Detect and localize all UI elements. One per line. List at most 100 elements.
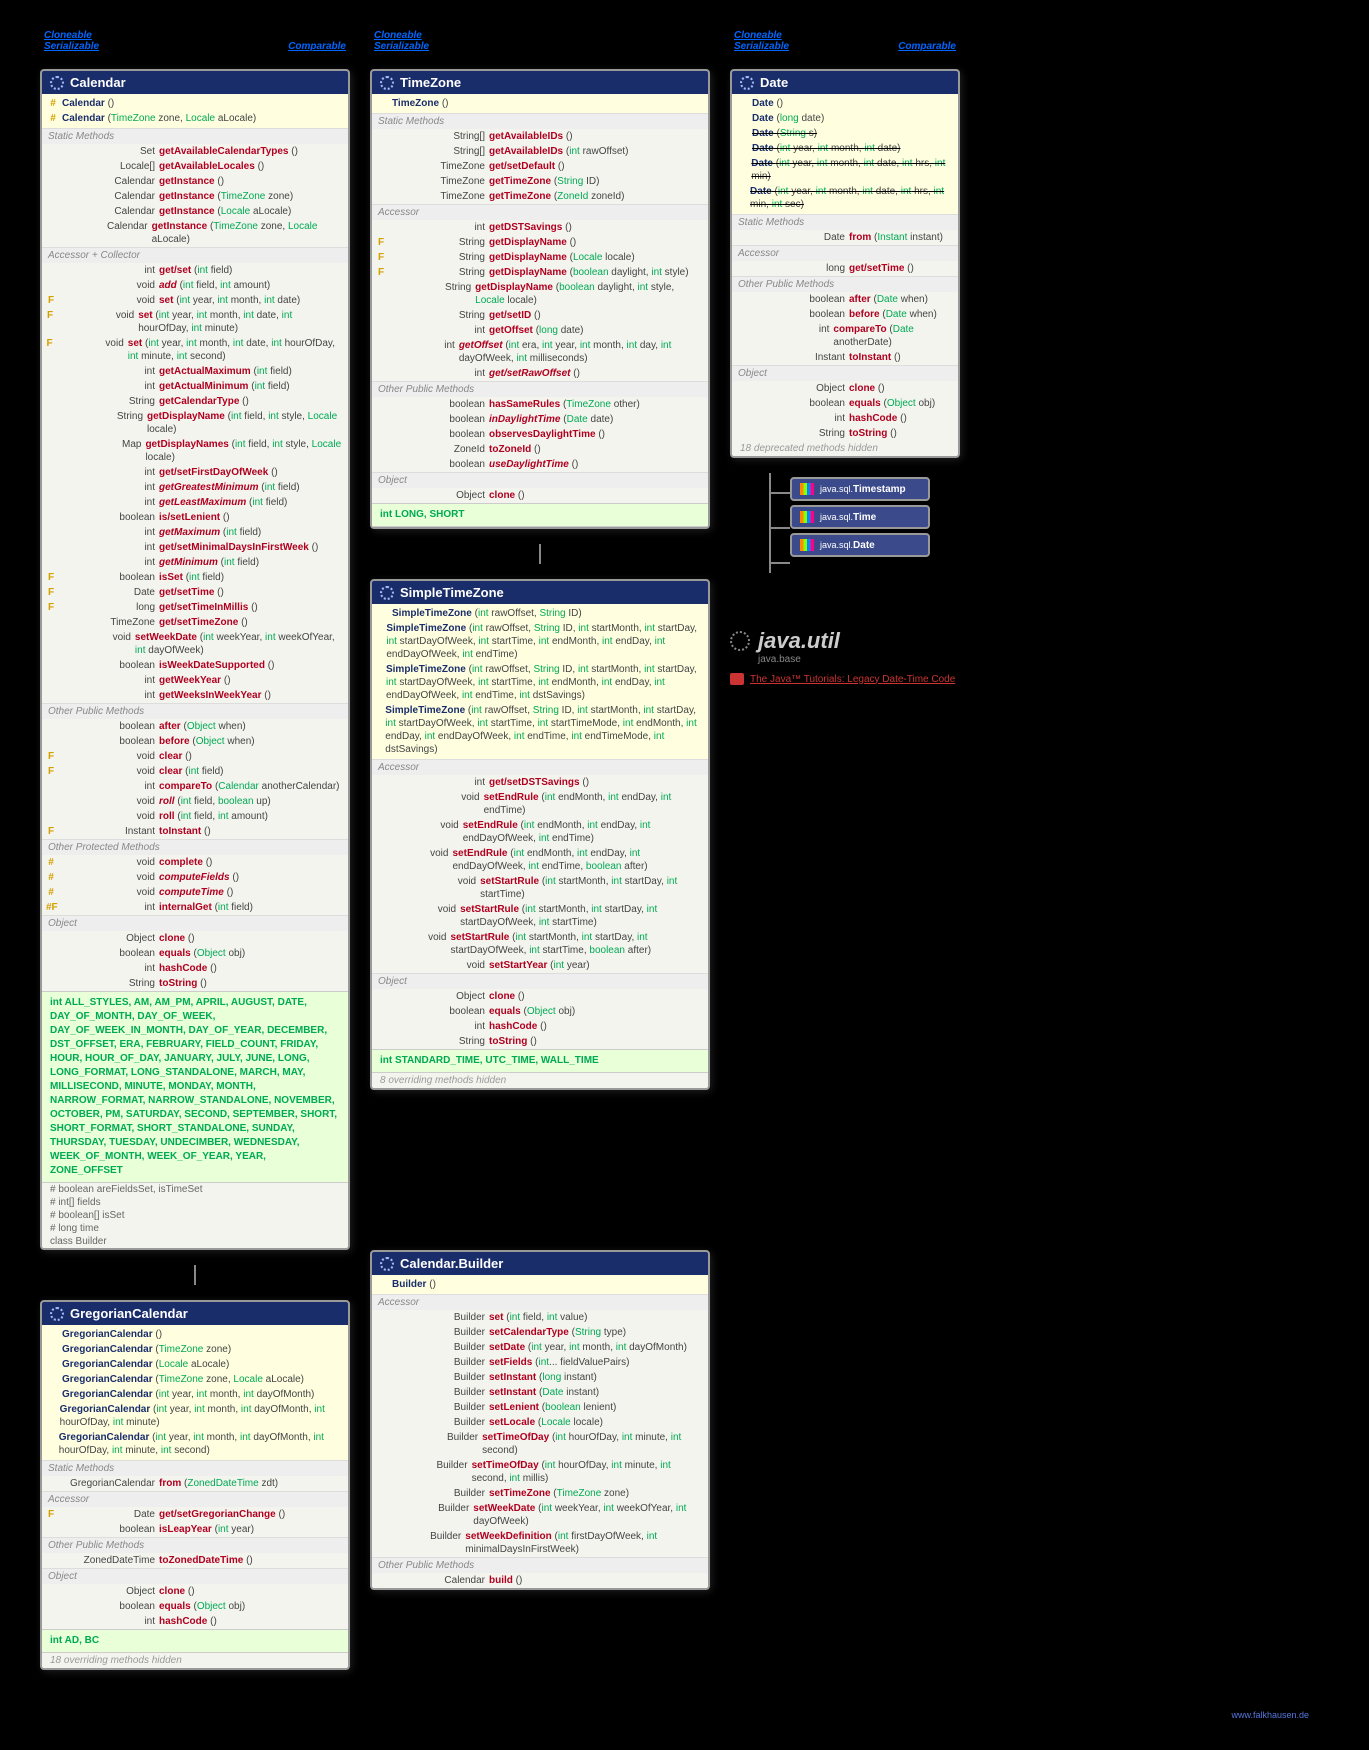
section-header: Static Methods [42, 128, 348, 144]
method-row: int hashCode () [372, 1019, 708, 1034]
subclass[interactable]: java.sql.Time [790, 505, 930, 529]
section-header: Accessor [42, 1491, 348, 1507]
section-header: Other Public Methods [42, 1537, 348, 1553]
member: # int[] fields [42, 1196, 348, 1209]
method-row: boolean equals (Object obj) [372, 1004, 708, 1019]
method-row: Calendar getInstance (TimeZone zone, Loc… [42, 219, 348, 247]
constructors: Builder () [372, 1275, 708, 1294]
method-row: int getGreatestMinimum (int field) [42, 480, 348, 495]
section-header: Static Methods [42, 1460, 348, 1476]
member: # boolean areFieldsSet, isTimeSet [42, 1183, 348, 1196]
subclass[interactable]: java.sql.Timestamp [790, 477, 930, 501]
method-row: String[] getAvailableIDs () [372, 129, 708, 144]
class-header: GregorianCalendar [42, 1302, 348, 1325]
method-row: int getActualMinimum (int field) [42, 379, 348, 394]
section-header: Other Protected Methods [42, 839, 348, 855]
class-Calendar.Builder: Calendar.BuilderBuilder ()Accessor Build… [370, 1250, 710, 1590]
method-row: int get/setMinimalDaysInFirstWeek () [42, 540, 348, 555]
method-row: Builder setCalendarType (String type) [372, 1325, 708, 1340]
class-header: SimpleTimeZone [372, 581, 708, 604]
method-row: long get/setTime () [732, 261, 958, 276]
method-row: boolean before (Date when) [732, 307, 958, 322]
method-row: void add (int field, int amount) [42, 278, 348, 293]
method-row: String[] getAvailableIDs (int rawOffset) [372, 144, 708, 159]
method-row: Calendar getInstance (TimeZone zone) [42, 189, 348, 204]
method-row: int getWeeksInWeekYear () [42, 688, 348, 703]
method-row: int getLeastMaximum (int field) [42, 495, 348, 510]
method-row: void setStartRule (int startMonth, int s… [372, 930, 708, 958]
method-row: void setEndRule (int endMonth, int endDa… [372, 790, 708, 818]
method-row: String toString () [372, 1034, 708, 1049]
method-row: String get/setID () [372, 308, 708, 323]
fields: int AD, BC [42, 1629, 348, 1653]
class-header: TimeZone [372, 71, 708, 94]
class-icon [380, 586, 394, 600]
member: # long time [42, 1222, 348, 1235]
method-row: Instant toInstant () [732, 350, 958, 365]
method-row: boolean before (Object when) [42, 734, 348, 749]
method-row: int getOffset (int era, int year, int mo… [372, 338, 708, 366]
class-Calendar: Calendar#Calendar ()#Calendar (TimeZone … [40, 69, 350, 1250]
method-row: Object clone () [42, 1584, 348, 1599]
section-header: Object [372, 973, 708, 989]
method-row: boolean isLeapYear (int year) [42, 1522, 348, 1537]
method-row: Builder setTimeZone (TimeZone zone) [372, 1486, 708, 1501]
class-header: Calendar [42, 71, 348, 94]
method-row: void setStartYear (int year) [372, 958, 708, 973]
method-row: boolean equals (Object obj) [732, 396, 958, 411]
section-header: Accessor [372, 1294, 708, 1310]
section-header: Object [42, 1568, 348, 1584]
method-row: String toString () [732, 426, 958, 441]
method-row: Object clone () [42, 931, 348, 946]
section-header: Other Public Methods [42, 703, 348, 719]
method-row: String getDisplayName (int field, int st… [42, 409, 348, 437]
method-row: int getOffset (long date) [372, 323, 708, 338]
method-row: Builder setInstant (Date instant) [372, 1385, 708, 1400]
method-row: # void computeTime () [42, 885, 348, 900]
method-row: boolean observesDaylightTime () [372, 427, 708, 442]
method-row: int getMinimum (int field) [42, 555, 348, 570]
subclass[interactable]: java.sql.Date [790, 533, 930, 557]
package-label: java.util java.base The Java™ Tutorials:… [730, 628, 960, 685]
method-row: boolean is/setLenient () [42, 510, 348, 525]
method-row: Builder setFields (int... fieldValuePair… [372, 1355, 708, 1370]
inheritance-line [370, 544, 710, 564]
method-row: int hashCode () [732, 411, 958, 426]
method-row: Builder setTimeOfDay (int hourOfDay, int… [372, 1430, 708, 1458]
constructors: #Calendar ()#Calendar (TimeZone zone, Lo… [42, 94, 348, 128]
tutorial-link[interactable]: The Java™ Tutorials: Legacy Date-Time Co… [730, 673, 960, 685]
method-row: boolean after (Date when) [732, 292, 958, 307]
method-row: String getDisplayName (boolean daylight,… [372, 280, 708, 308]
method-row: F Date get/setTime () [42, 585, 348, 600]
method-row: TimeZone get/setDefault () [372, 159, 708, 174]
class-icon [50, 1307, 64, 1321]
method-row: F void set (int year, int month, int dat… [42, 293, 348, 308]
class-Date: DateDate ()Date (long date)Date (String … [730, 69, 960, 458]
implements: CloneableSerializable Comparable [40, 30, 350, 54]
watermark: www.falkhausen.de [40, 1710, 1329, 1720]
method-row: int hashCode () [42, 961, 348, 976]
method-row: Object clone () [732, 381, 958, 396]
method-row: boolean useDaylightTime () [372, 457, 708, 472]
method-row: Builder setTimeOfDay (int hourOfDay, int… [372, 1458, 708, 1486]
method-row: int getDSTSavings () [372, 220, 708, 235]
class-header: Date [732, 71, 958, 94]
method-row: Locale[] getAvailableLocales () [42, 159, 348, 174]
class-icon [800, 511, 814, 523]
method-row: int compareTo (Calendar anotherCalendar) [42, 779, 348, 794]
method-row: ZoneId toZoneId () [372, 442, 708, 457]
method-row: Object clone () [372, 488, 708, 503]
constructors: SimpleTimeZone (int rawOffset, String ID… [372, 604, 708, 759]
constructors: GregorianCalendar ()GregorianCalendar (T… [42, 1325, 348, 1460]
method-row: Builder setInstant (long instant) [372, 1370, 708, 1385]
method-row: Set getAvailableCalendarTypes () [42, 144, 348, 159]
member: class Builder [42, 1235, 348, 1248]
class-icon [50, 76, 64, 90]
method-row: void roll (int field, boolean up) [42, 794, 348, 809]
inheritance-line [40, 1265, 350, 1285]
hidden-note: 18 deprecated methods hidden [732, 441, 958, 456]
method-row: boolean hasSameRules (TimeZone other) [372, 397, 708, 412]
method-row: GregorianCalendar from (ZonedDateTime zd… [42, 1476, 348, 1491]
method-row: boolean inDaylightTime (Date date) [372, 412, 708, 427]
method-row: TimeZone getTimeZone (ZoneId zoneId) [372, 189, 708, 204]
